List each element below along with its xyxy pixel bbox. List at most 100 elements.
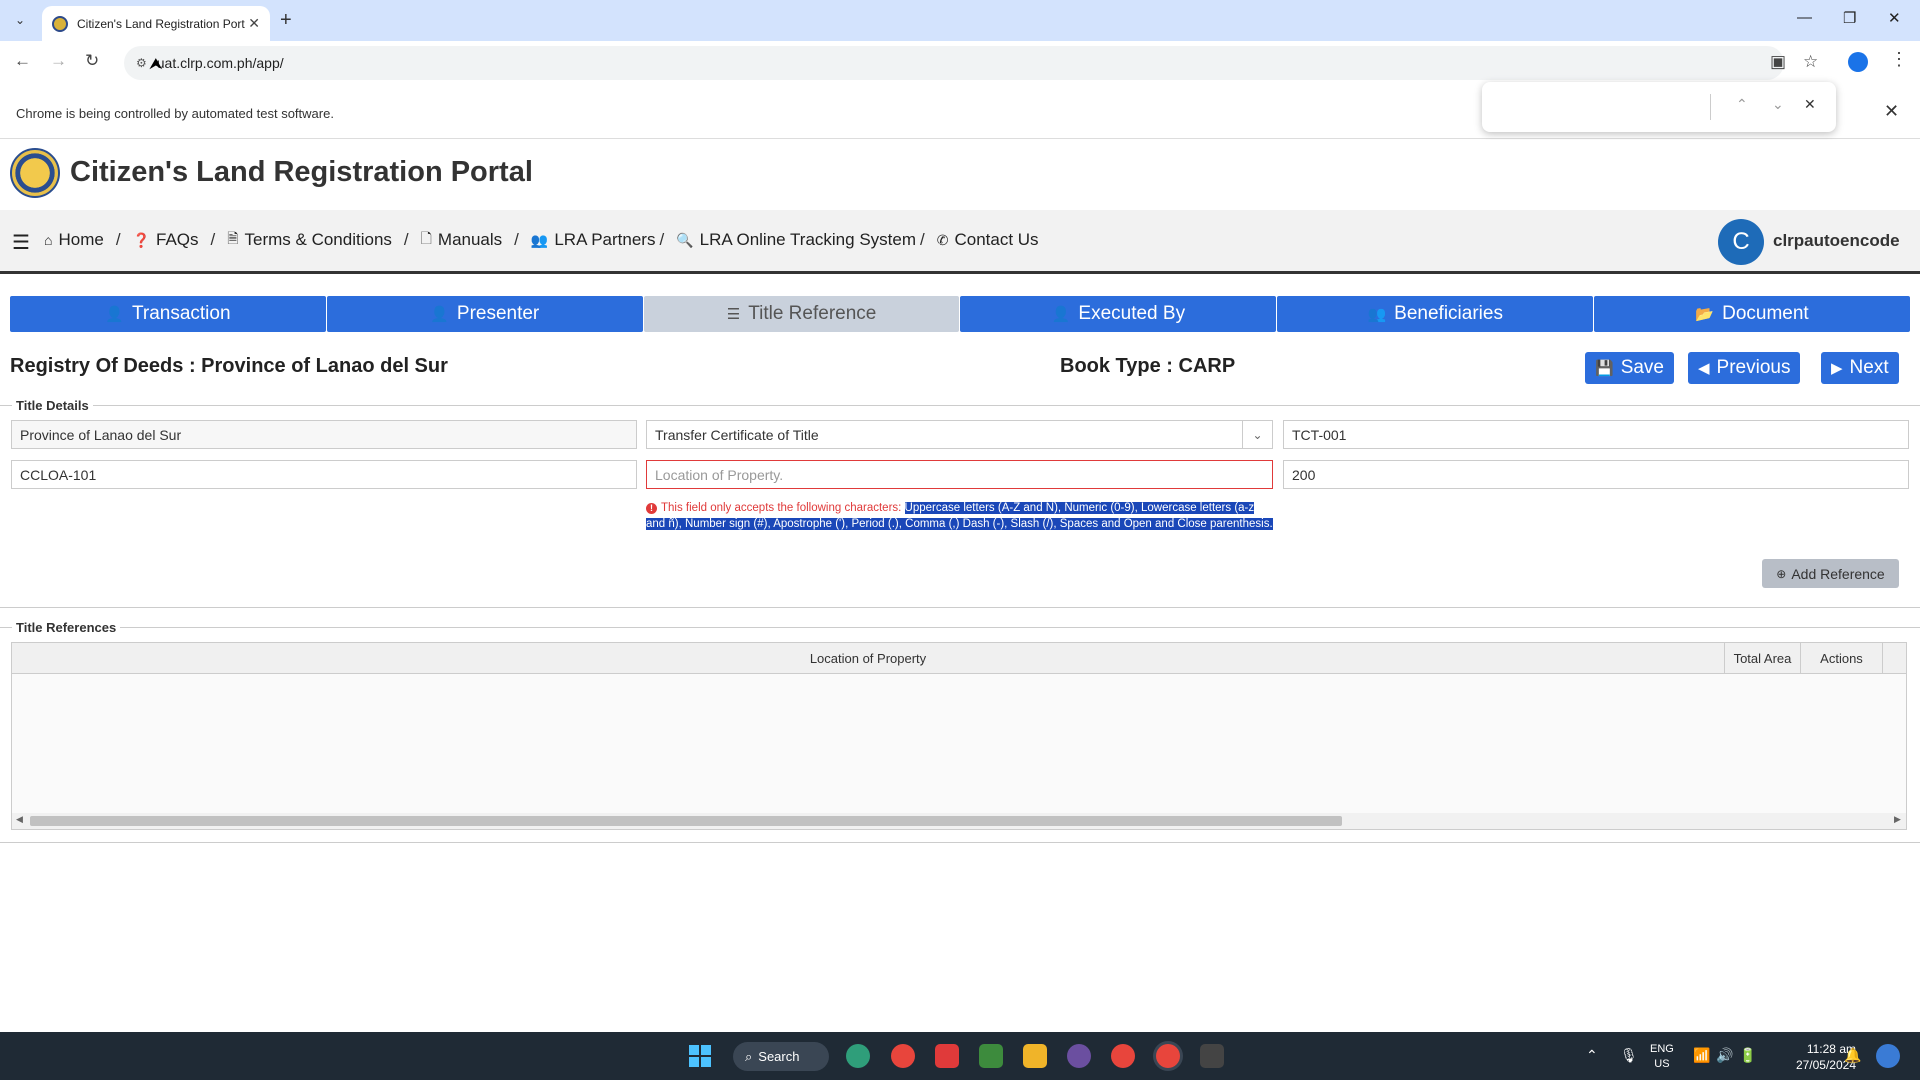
profile-icon[interactable] <box>1848 52 1868 72</box>
windows-start-icon[interactable] <box>689 1045 711 1067</box>
step-label: Document <box>1722 303 1809 324</box>
step-title-reference[interactable]: ☰ Title Reference <box>643 296 960 332</box>
restore-icon[interactable]: ❐ <box>1843 9 1856 27</box>
file-explorer-icon[interactable] <box>1023 1044 1047 1068</box>
registry-value: Province of Lanao del Sur <box>201 355 448 377</box>
column-actions[interactable]: Actions <box>1801 643 1883 674</box>
step-executed-by[interactable]: 👤 Executed By <box>960 296 1277 332</box>
notification-bell-icon[interactable]: 🔔 <box>1844 1047 1861 1064</box>
new-tab-icon[interactable]: + <box>280 9 292 32</box>
nav-contact[interactable]: ✆ Contact Us <box>937 230 1039 250</box>
find-next-icon[interactable]: ⌄ <box>1772 96 1784 113</box>
chevron-down-icon[interactable]: ⌄ <box>1242 421 1272 448</box>
title-type-select[interactable]: Transfer Certificate of Title ⌄ <box>646 420 1273 449</box>
browser-toolbar: ← → ↻ ⚙ uat.clrp.com.ph/app/ ▣ ☆ ⋮ <box>0 41 1920 84</box>
previous-button[interactable]: ◀ Previous <box>1688 352 1801 384</box>
bookmark-star-icon[interactable]: ☆ <box>1803 52 1818 72</box>
step-beneficiaries[interactable]: 👥 Beneficiaries <box>1277 296 1594 332</box>
lang-bottom: US <box>1654 1058 1670 1070</box>
site-favicon-icon <box>52 15 68 32</box>
scroll-left-icon[interactable]: ◀ <box>16 814 23 825</box>
nav-lra-partners[interactable]: 👥 LRA Partners <box>531 230 656 250</box>
microphone-icon[interactable]: 🎙 <box>1620 1047 1638 1064</box>
battery-icon[interactable]: 🔋 <box>1739 1047 1756 1064</box>
plus-circle-icon: ⊕ <box>1776 566 1787 581</box>
table-horizontal-scrollbar[interactable]: ◀ ▶ <box>12 813 1906 829</box>
step-document[interactable]: 📂 Document <box>1594 296 1910 332</box>
step-presenter[interactable]: 👤 Presenter <box>326 296 643 332</box>
taskbar-search[interactable]: ⌕ Search <box>733 1042 829 1071</box>
user-avatar[interactable]: C <box>1718 219 1764 265</box>
title-number-field[interactable]: TCT-001 <box>1283 420 1909 449</box>
nav-manuals[interactable]: 🗋 Manuals <box>421 228 503 252</box>
title-references-table: Location of Property Total Area Actions … <box>11 642 1907 830</box>
users-icon: 👥 <box>530 231 549 248</box>
back-icon[interactable]: ← <box>14 51 31 71</box>
table-header: Location of Property Total Area Actions <box>12 643 1906 674</box>
title-type-value: Transfer Certificate of Title <box>655 426 819 443</box>
nav-lra-partners-label: LRA Partners <box>554 230 656 249</box>
nav-separator: / <box>514 230 519 249</box>
step-transaction[interactable]: 👤 Transaction <box>10 296 326 332</box>
arrow-circle-left-icon: ◀ <box>1698 360 1710 377</box>
browser-menu-icon[interactable]: ⋮ <box>1890 49 1908 70</box>
nav-manuals-label: Manuals <box>437 230 503 249</box>
location-of-property-input[interactable]: Location of Property. <box>646 460 1273 489</box>
area-field[interactable]: 200 <box>1283 460 1909 489</box>
site-info-icon[interactable]: ⚙ <box>136 56 147 70</box>
app-purple-icon[interactable] <box>1067 1044 1091 1068</box>
nav-contact-label: Contact Us <box>954 230 1039 249</box>
nav-faqs[interactable]: ❓ FAQs <box>133 230 199 250</box>
floppy-disk-icon: 💾 <box>1595 360 1614 377</box>
chrome-icon[interactable] <box>891 1044 915 1068</box>
volume-icon[interactable]: 🔊 <box>1716 1047 1733 1064</box>
booktype-value: CARP <box>1178 355 1236 377</box>
address-bar[interactable]: ⚙ uat.clrp.com.ph/app/ <box>124 46 1784 80</box>
chrome-dev-icon[interactable] <box>1111 1044 1135 1068</box>
step-label: Transaction <box>131 303 231 324</box>
infobar-close-icon[interactable]: ✕ <box>1884 101 1899 122</box>
app-red-icon[interactable] <box>935 1044 959 1068</box>
window-close-icon[interactable]: ✕ <box>1888 9 1901 27</box>
browser-tab-active[interactable]: Citizen's Land Registration Port ✕ <box>42 6 270 41</box>
wifi-icon[interactable]: 📶 <box>1693 1047 1710 1064</box>
find-close-icon[interactable]: ✕ <box>1804 96 1816 113</box>
scrollbar-thumb[interactable] <box>30 816 1342 826</box>
booktype-label: Book Type : <box>1060 355 1173 377</box>
add-reference-button[interactable]: ⊕ Add Reference <box>1762 559 1899 588</box>
find-prev-icon[interactable]: ⌃ <box>1736 96 1748 113</box>
next-button[interactable]: ▶ Next <box>1821 352 1899 384</box>
nav-separator: / <box>115 230 121 249</box>
scroll-right-icon[interactable]: ▶ <box>1894 814 1901 825</box>
survey-number-field[interactable]: CCLOA-101 <box>11 460 637 489</box>
chrome-active-icon[interactable] <box>1156 1044 1180 1068</box>
page-action-icon[interactable]: ▣ <box>1770 52 1786 72</box>
document-icon: 🗎 <box>227 230 239 246</box>
find-input[interactable] <box>1496 94 1816 120</box>
edge-icon[interactable] <box>846 1044 870 1068</box>
column-total-area[interactable]: Total Area <box>1725 643 1801 674</box>
forward-icon[interactable]: → <box>50 51 67 71</box>
language-indicator[interactable]: ENG US <box>1650 1042 1674 1072</box>
registry-field[interactable]: Province of Lanao del Sur <box>11 420 637 449</box>
notepad-icon[interactable] <box>979 1044 1003 1068</box>
registry-label: Registry Of Deeds : <box>10 355 196 377</box>
copilot-icon[interactable] <box>1876 1044 1900 1068</box>
column-location-of-property[interactable]: Location of Property <box>12 643 1725 674</box>
user-name[interactable]: clrpautoencode <box>1773 231 1900 251</box>
nav-terms[interactable]: 🗎 Terms & Conditions <box>227 228 392 252</box>
save-button[interactable]: 💾 Save <box>1585 352 1674 384</box>
add-reference-label: Add Reference <box>1791 565 1885 582</box>
nav-home[interactable]: ⌂ Home <box>44 230 104 250</box>
reload-icon[interactable]: ↻ <box>85 51 99 71</box>
terminal-icon[interactable] <box>1200 1044 1224 1068</box>
tab-close-icon[interactable]: ✕ <box>248 15 260 32</box>
tray-chevron-up-icon[interactable]: ⌃ <box>1586 1047 1598 1064</box>
minimize-icon[interactable]: — <box>1797 9 1812 26</box>
site-header: Citizen's Land Registration Portal <box>0 140 1920 210</box>
save-label: Save <box>1620 357 1664 378</box>
tab-list-button[interactable]: ⌄ <box>8 8 32 32</box>
nav-tracking[interactable]: 🔍 LRA Online Tracking System <box>676 230 916 250</box>
hamburger-menu-icon[interactable]: ☰ <box>12 230 30 255</box>
browser-tabstrip: ⌄ Citizen's Land Registration Port ✕ + —… <box>0 0 1920 41</box>
